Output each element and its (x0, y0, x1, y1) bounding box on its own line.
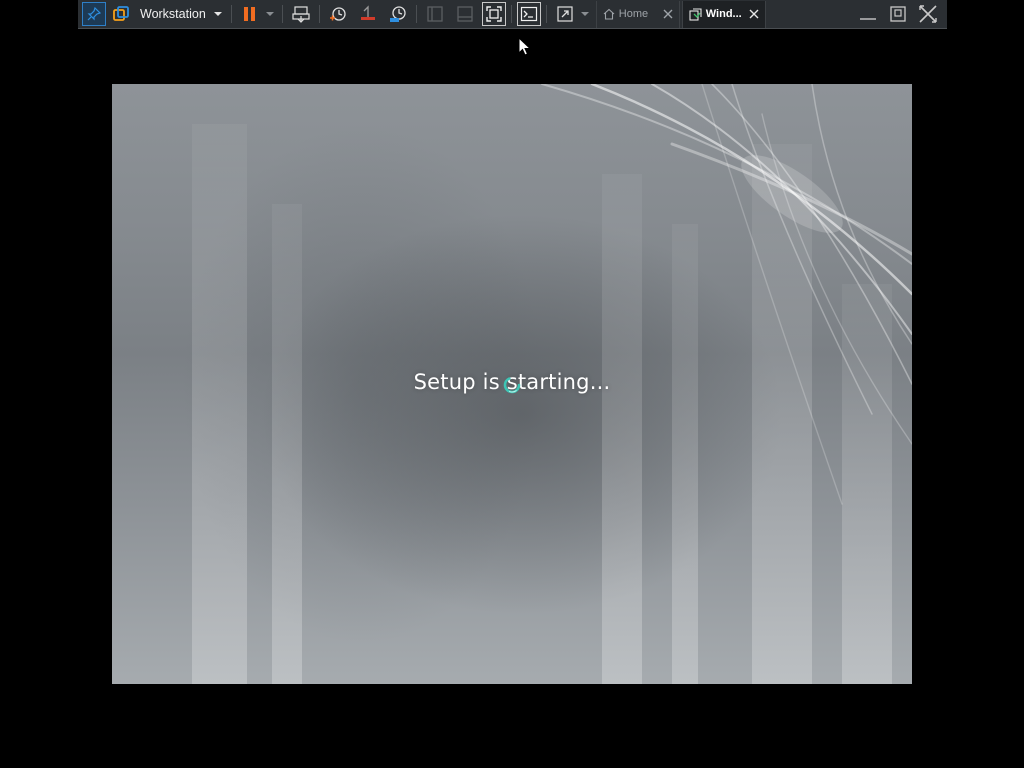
toolbar-divider (230, 5, 232, 23)
workstation-menu-dropdown[interactable] (210, 1, 226, 27)
show-thumbnail-bar-button[interactable] (452, 1, 478, 27)
pause-icon (243, 7, 255, 21)
snapshot-manager-button[interactable] (385, 1, 411, 27)
minimize-icon (860, 18, 876, 20)
library-panel-icon (427, 6, 443, 22)
snapshot-manager-icon (389, 6, 406, 22)
stretch-icon (557, 6, 573, 22)
chevron-down-icon (580, 12, 589, 16)
tab-home-label: Home (618, 8, 649, 20)
close-icon (749, 9, 759, 19)
tab-windows-vm-label: Wind... (705, 8, 742, 20)
window-controls (853, 1, 943, 27)
close-icon (919, 5, 937, 23)
vm-icon (689, 7, 702, 21)
toolbar-divider (281, 5, 283, 23)
terminal-icon (520, 6, 537, 22)
vmware-logo-icon (113, 6, 129, 21)
full-screen-button[interactable] (481, 2, 506, 26)
toolbar-divider (318, 5, 320, 23)
take-snapshot-button[interactable] (325, 1, 351, 27)
toolbar-divider (415, 5, 417, 23)
stretch-options-dropdown[interactable] (578, 1, 592, 27)
workstation-menu-label[interactable]: Workstation (140, 7, 206, 21)
vm-guest-screen[interactable]: Setup is starting... (112, 84, 912, 684)
pin-toolbar-button[interactable] (82, 2, 106, 26)
tab-home[interactable]: Home (595, 0, 680, 28)
exit-full-screen-button[interactable] (913, 1, 943, 27)
restore-icon (890, 6, 906, 22)
loading-spinner-icon (503, 376, 521, 394)
chevron-down-icon (265, 12, 274, 16)
mouse-cursor-icon (518, 37, 532, 56)
snapshot-icon (329, 7, 346, 21)
revert-icon (360, 5, 375, 20)
tab-windows-vm-close-button[interactable] (749, 9, 759, 19)
keyboard-send-icon (292, 6, 310, 23)
console-view-button[interactable] (516, 2, 541, 26)
minimize-button[interactable] (853, 1, 883, 27)
toolbar-divider (545, 5, 547, 23)
tab-windows-vm[interactable]: Wind... (681, 0, 766, 28)
vmware-fullscreen-toolbar: Workstation Home Wind... (78, 0, 947, 29)
chevron-down-icon (213, 12, 222, 16)
revert-snapshot-button[interactable] (355, 1, 381, 27)
home-icon (603, 8, 615, 20)
tab-home-close-button[interactable] (663, 9, 673, 19)
pin-icon (87, 7, 101, 21)
full-screen-icon (486, 6, 502, 22)
pause-button[interactable] (237, 1, 263, 27)
restore-button[interactable] (883, 1, 913, 27)
workstation-menu-icon[interactable] (108, 1, 134, 27)
send-ctrl-alt-del-button[interactable] (288, 1, 314, 27)
power-options-dropdown[interactable] (263, 1, 277, 27)
stretch-guest-button[interactable] (552, 1, 578, 27)
toolbar-divider (510, 5, 512, 23)
close-icon (663, 9, 673, 19)
show-library-button[interactable] (422, 1, 448, 27)
thumbnail-bar-icon (457, 6, 473, 22)
